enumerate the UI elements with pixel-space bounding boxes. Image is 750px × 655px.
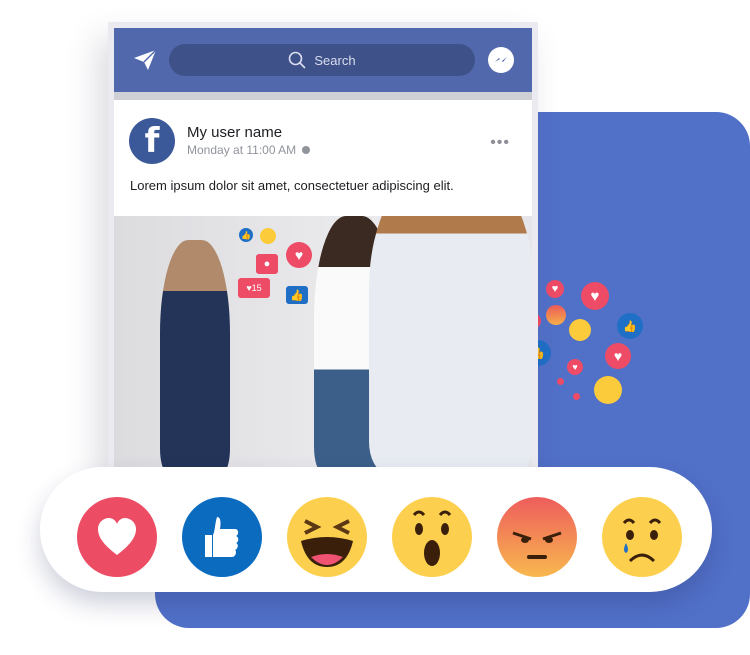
search-placeholder: Search <box>314 52 356 68</box>
reaction-like-button[interactable] <box>182 497 262 577</box>
floating-dot-icon <box>557 378 564 385</box>
messenger-icon[interactable] <box>488 47 514 73</box>
heart-icon <box>98 518 136 555</box>
send-icon[interactable] <box>132 48 158 72</box>
reaction-bar <box>40 467 712 592</box>
post-timestamp: Monday at 11:00 AM <box>187 143 311 157</box>
floating-heart-icon: ♥ <box>286 242 312 268</box>
more-options-button[interactable]: ••• <box>490 134 510 152</box>
friend-request-badge: ● <box>256 254 278 274</box>
wow-face-icon <box>412 510 452 566</box>
likes-badge: ♥ 15 <box>238 278 270 298</box>
floating-like-icon: 👍 <box>286 286 308 304</box>
floating-like-icon: 👍 <box>617 313 643 339</box>
floating-heart-icon: ♥ <box>581 282 609 310</box>
avatar[interactable]: f <box>129 118 175 164</box>
timestamp-text: Monday at 11:00 AM <box>187 143 297 157</box>
floating-heart-icon: ♥ <box>567 359 583 375</box>
angry-face-icon <box>512 531 562 559</box>
laughing-face-icon <box>301 519 353 567</box>
floating-haha-icon <box>594 376 622 404</box>
thumbs-up-icon <box>205 517 239 557</box>
man-figure <box>369 216 532 472</box>
floating-wow-icon <box>260 228 276 244</box>
post-card: f My user name Monday at 11:00 AM ••• Lo… <box>114 100 532 472</box>
woman-figure-left <box>160 240 230 472</box>
floating-heart-icon: ♥ <box>546 280 564 298</box>
floating-dot-icon <box>573 393 580 400</box>
reaction-angry-button[interactable] <box>497 497 577 577</box>
floating-heart-icon: ♥ <box>605 343 631 369</box>
reaction-wow-button[interactable] <box>392 497 472 577</box>
sad-face-icon <box>622 518 662 563</box>
floating-wow-icon <box>569 319 591 341</box>
floating-like-icon: 👍 <box>239 228 253 242</box>
globe-icon <box>302 146 311 154</box>
top-bar: Search <box>114 28 532 92</box>
reaction-haha-button[interactable] <box>287 497 367 577</box>
reaction-sad-button[interactable] <box>602 497 682 577</box>
reaction-love-button[interactable] <box>77 497 157 577</box>
search-icon <box>289 51 306 69</box>
phone-frame: Search f My user name Monday at 11:00 AM… <box>108 22 538 472</box>
facebook-logo-icon: f <box>144 121 160 161</box>
username[interactable]: My user name <box>187 124 282 141</box>
search-input[interactable]: Search <box>169 44 475 76</box>
floating-angry-icon <box>546 305 566 325</box>
header-divider <box>114 92 532 100</box>
post-photo[interactable]: ♥ 👍 ● ♥ 15 👍 <box>114 216 532 472</box>
post-text: Lorem ipsum dolor sit amet, consectetuer… <box>130 178 454 193</box>
likes-count: 15 <box>251 283 262 293</box>
